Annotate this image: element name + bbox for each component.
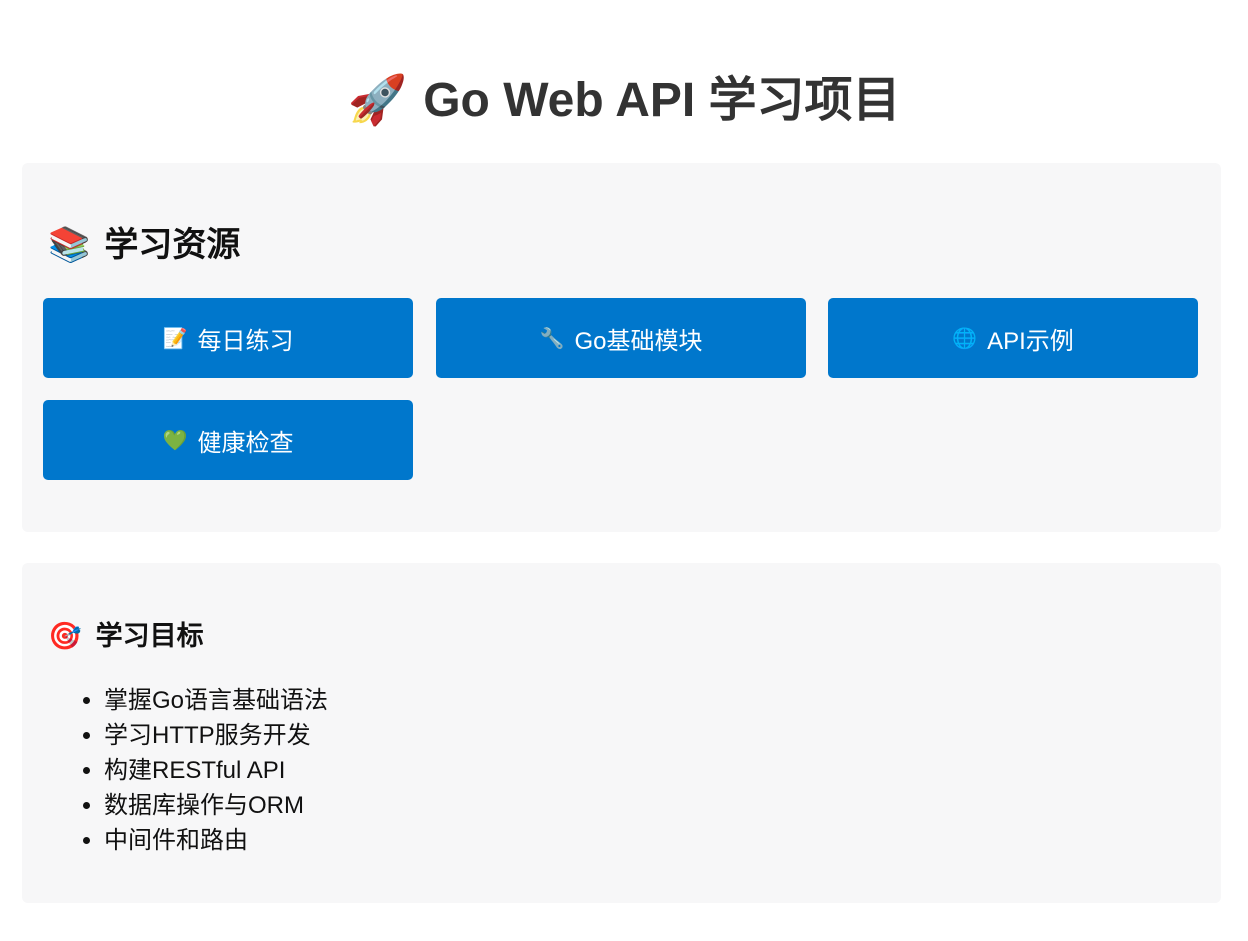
goals-list: 掌握Go语言基础语法 学习HTTP服务开发 构建RESTful API 数据库操… (64, 683, 328, 858)
health-check-label: 健康检查 (197, 429, 294, 457)
list-item: 学习HTTP服务开发 (104, 718, 328, 753)
wrench-icon: 🔧 (539, 326, 565, 350)
page-title: 🚀 Go Web API 学习项目 (0, 70, 1248, 131)
list-item: 中间件和路由 (104, 823, 328, 858)
goals-heading-text: 学习目标 (95, 621, 204, 651)
list-item: 掌握Go语言基础语法 (104, 683, 328, 718)
page: 🚀 Go Web API 学习项目 📚 学习资源 📝 每日练习 🔧 Go基础模块 🌐… (0, 0, 1248, 941)
green-heart-icon: 💚 (162, 428, 188, 452)
daily-practice-button[interactable]: 📝 每日练习 (43, 298, 413, 378)
resources-heading-text: 学习资源 (104, 226, 241, 264)
list-item: 数据库操作与ORM (104, 788, 328, 823)
goals-heading: 🎯 学习目标 (48, 617, 204, 656)
health-check-button[interactable]: 💚 健康检查 (43, 400, 413, 480)
go-basics-button[interactable]: 🔧 Go基础模块 (436, 298, 806, 378)
page-title-text: Go Web API 学习项目 (423, 74, 901, 127)
globe-icon: 🌐 (952, 326, 978, 350)
goals-card: 🎯 学习目标 掌握Go语言基础语法 学习HTTP服务开发 构建RESTful AP… (22, 563, 1221, 903)
resources-card: 📚 学习资源 📝 每日练习 🔧 Go基础模块 🌐 API示例 💚 健康检查 (22, 163, 1221, 532)
api-examples-label: API示例 (987, 327, 1074, 355)
api-examples-button[interactable]: 🌐 API示例 (828, 298, 1198, 378)
go-basics-label: Go基础模块 (574, 327, 703, 355)
list-item: 构建RESTful API (104, 753, 328, 788)
memo-icon: 📝 (162, 326, 188, 350)
books-icon: 📚 (48, 225, 91, 265)
resources-heading: 📚 学习资源 (48, 221, 240, 269)
target-icon: 🎯 (48, 621, 82, 652)
rocket-icon: 🚀 (347, 72, 408, 128)
daily-practice-label: 每日练习 (197, 327, 294, 355)
